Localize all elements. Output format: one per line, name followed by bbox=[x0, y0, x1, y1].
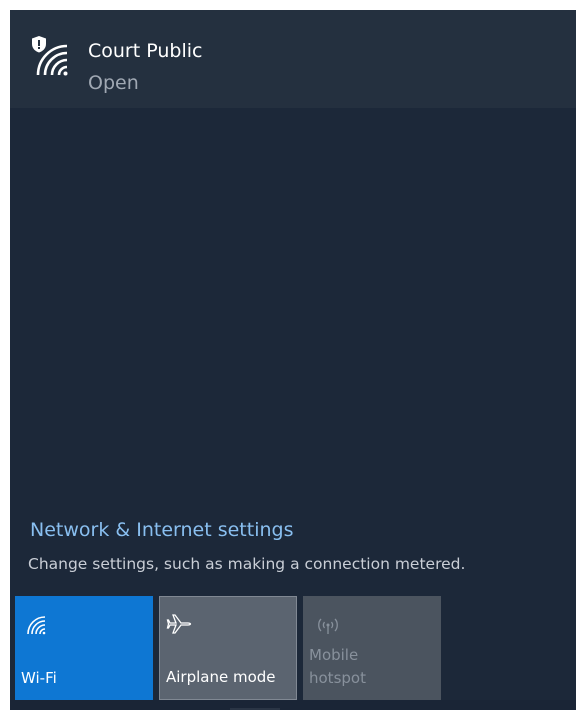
network-status: Open bbox=[88, 72, 139, 94]
network-flyout: Court Public Open Network & Internet set… bbox=[10, 10, 576, 710]
flyout-footer bbox=[10, 700, 576, 710]
wifi-shield-icon bbox=[26, 34, 70, 78]
wifi-toggle-button[interactable]: Wi-Fi bbox=[15, 596, 153, 700]
network-name: Court Public bbox=[88, 40, 203, 62]
wifi-icon bbox=[25, 614, 47, 640]
airplane-mode-label: Airplane mode bbox=[166, 668, 276, 686]
network-settings-link[interactable]: Network & Internet settings bbox=[30, 519, 293, 541]
airplane-icon bbox=[166, 611, 192, 641]
hotspot-icon bbox=[315, 616, 341, 640]
network-item-court-public[interactable]: Court Public Open bbox=[10, 10, 576, 108]
network-settings-description: Change settings, such as making a connec… bbox=[28, 555, 466, 573]
airplane-mode-toggle-button[interactable]: Airplane mode bbox=[159, 596, 297, 700]
wifi-label: Wi-Fi bbox=[21, 669, 57, 687]
mobile-hotspot-label-line1: Mobile bbox=[309, 646, 359, 664]
mobile-hotspot-label-line2: hotspot bbox=[309, 669, 366, 687]
mobile-hotspot-label: Mobile hotspot bbox=[309, 644, 366, 690]
mobile-hotspot-toggle-button[interactable]: Mobile hotspot bbox=[303, 596, 441, 700]
